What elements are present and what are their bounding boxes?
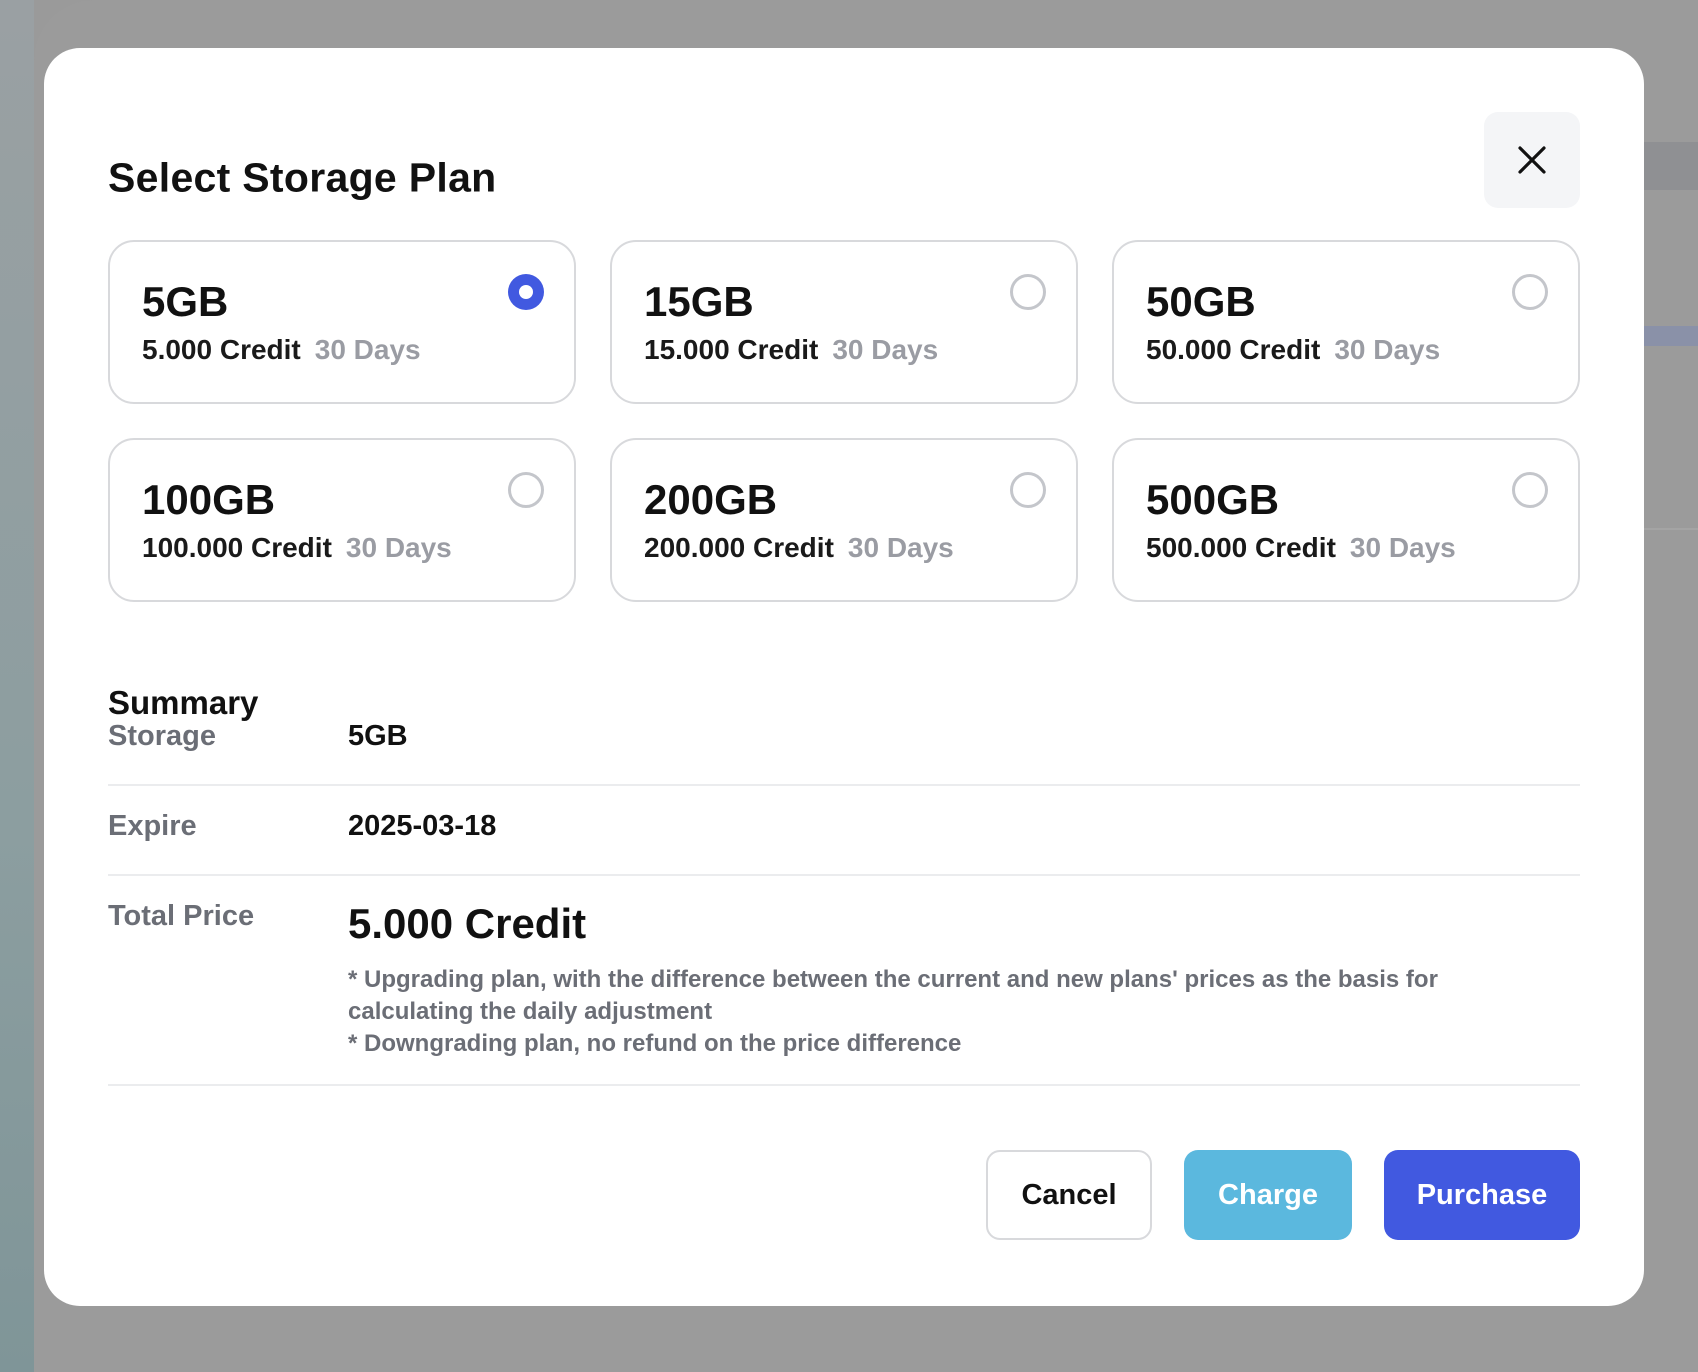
- plan-radio[interactable]: [1512, 472, 1548, 508]
- storage-label: Storage: [108, 720, 216, 752]
- plan-price-row: 5.000 Credit 30 Days: [142, 334, 421, 366]
- backdrop-element: [1640, 142, 1698, 190]
- plan-radio[interactable]: [1010, 472, 1046, 508]
- storage-plan-modal: Select Storage Plan 5GB 5.000 Credit 30 D…: [44, 48, 1644, 1306]
- plan-size: 5GB: [142, 278, 229, 325]
- plan-price-row: 200.000 Credit 30 Days: [644, 532, 954, 564]
- plan-credit: 50.000 Credit: [1146, 334, 1321, 365]
- plan-price-row: 50.000 Credit 30 Days: [1146, 334, 1440, 366]
- plan-option-500gb[interactable]: 500GB 500.000 Credit 30 Days: [1112, 438, 1580, 602]
- summary-title: Summary: [108, 684, 259, 721]
- close-icon: [1518, 146, 1546, 174]
- plan-price-row: 500.000 Credit 30 Days: [1146, 532, 1456, 564]
- plan-option-100gb[interactable]: 100GB 100.000 Credit 30 Days: [108, 438, 576, 602]
- pricing-notes: * Upgrading plan, with the difference be…: [348, 964, 1508, 1060]
- plan-credit: 500.000 Credit: [1146, 532, 1336, 563]
- close-button[interactable]: [1484, 112, 1580, 208]
- plan-option-200gb[interactable]: 200GB 200.000 Credit 30 Days: [610, 438, 1078, 602]
- plan-radio[interactable]: [1010, 274, 1046, 310]
- plan-size: 50GB: [1146, 278, 1256, 325]
- summary-divider: [108, 874, 1580, 876]
- plan-duration: 30 Days: [847, 532, 954, 563]
- downgrade-note: * Downgrading plan, no refund on the pri…: [348, 1030, 962, 1057]
- plan-option-15gb[interactable]: 15GB 15.000 Credit 30 Days: [610, 240, 1078, 404]
- plan-duration: 30 Days: [1349, 532, 1456, 563]
- plan-radio[interactable]: [1512, 274, 1548, 310]
- plan-grid: 5GB 5.000 Credit 30 Days 15GB 15.000 Cred…: [108, 240, 1580, 602]
- modal-title: Select Storage Plan: [108, 154, 497, 201]
- plan-radio[interactable]: [508, 472, 544, 508]
- upgrade-note: * Upgrading plan, with the difference be…: [348, 966, 1438, 1025]
- plan-credit: 15.000 Credit: [644, 334, 819, 365]
- plan-duration: 30 Days: [314, 334, 421, 365]
- plan-price-row: 100.000 Credit 30 Days: [142, 532, 452, 564]
- cancel-button[interactable]: Cancel: [986, 1150, 1152, 1240]
- plan-duration: 30 Days: [832, 334, 939, 365]
- total-price-value: 5.000 Credit: [348, 900, 587, 947]
- plan-credit: 100.000 Credit: [142, 532, 332, 563]
- plan-size: 100GB: [142, 476, 276, 523]
- summary-divider: [108, 784, 1580, 786]
- backdrop-left: [0, 0, 34, 1372]
- backdrop-element: [1640, 326, 1698, 346]
- charge-button[interactable]: Charge: [1184, 1150, 1352, 1240]
- plan-size: 200GB: [644, 476, 778, 523]
- plan-option-50gb[interactable]: 50GB 50.000 Credit 30 Days: [1112, 240, 1580, 404]
- plan-size: 15GB: [644, 278, 754, 325]
- total-price-label: Total Price: [108, 900, 255, 932]
- summary-divider: [108, 1084, 1580, 1086]
- backdrop-divider: [1640, 528, 1698, 530]
- plan-credit: 200.000 Credit: [644, 532, 834, 563]
- plan-radio[interactable]: [508, 274, 544, 310]
- plan-price-row: 15.000 Credit 30 Days: [644, 334, 938, 366]
- plan-duration: 30 Days: [1334, 334, 1441, 365]
- plan-option-5gb[interactable]: 5GB 5.000 Credit 30 Days: [108, 240, 576, 404]
- plan-size: 500GB: [1146, 476, 1280, 523]
- expire-label: Expire: [108, 810, 197, 842]
- expire-value: 2025-03-18: [348, 810, 497, 842]
- storage-value: 5GB: [348, 720, 408, 752]
- plan-credit: 5.000 Credit: [142, 334, 301, 365]
- plan-duration: 30 Days: [345, 532, 452, 563]
- purchase-button[interactable]: Purchase: [1384, 1150, 1580, 1240]
